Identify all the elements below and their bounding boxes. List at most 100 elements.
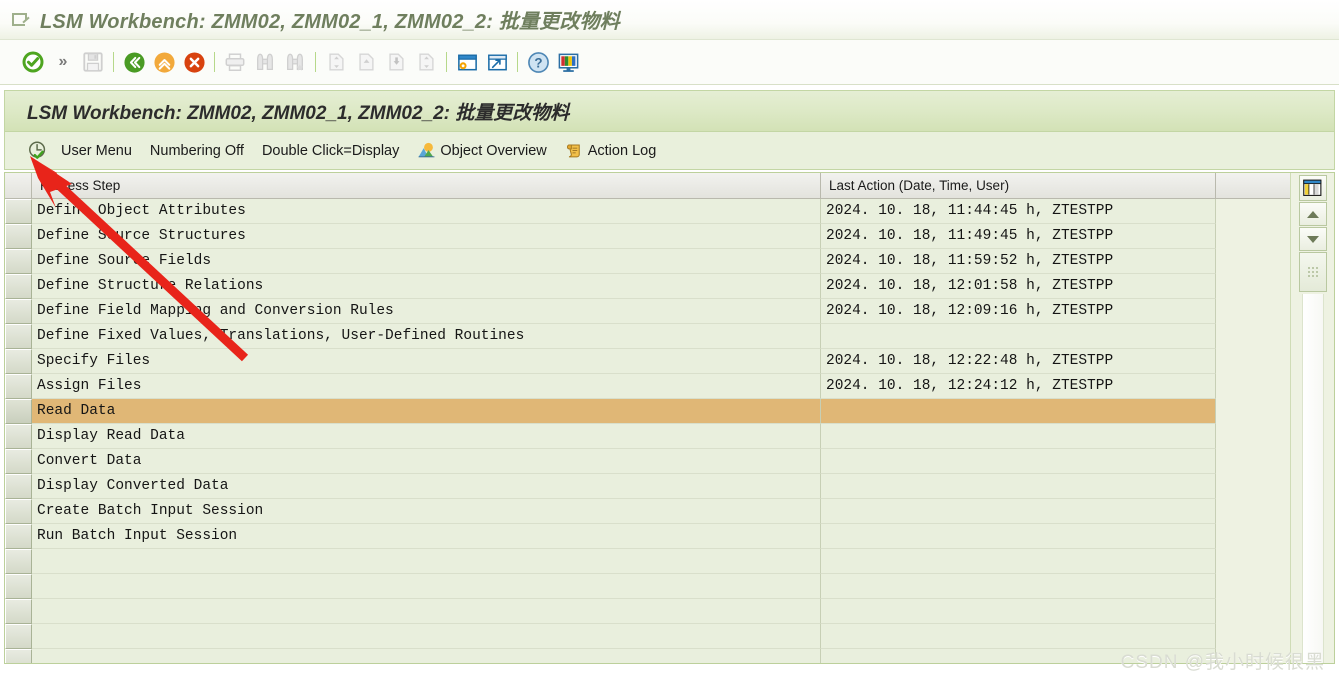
column-config-button[interactable] [1298,175,1327,201]
cell-last-action[interactable] [821,424,1216,449]
table-row[interactable]: Define Fixed Values, Translations, User-… [5,324,1290,349]
next-page-button[interactable] [381,47,411,77]
row-selector-button[interactable] [5,324,32,349]
table-row[interactable] [5,624,1290,649]
cell-last-action[interactable]: 2024. 10. 18, 12:01:58 h, ZTESTPP [821,274,1216,299]
find-next-button[interactable] [280,47,310,77]
cell-process-step[interactable]: Define Source Fields [32,249,821,274]
table-row[interactable] [5,574,1290,599]
table-row[interactable]: Define Source Fields 2024. 10. 18, 11:59:… [5,249,1290,274]
row-selector-button[interactable] [5,524,32,549]
row-selector-button[interactable] [5,349,32,374]
row-selector-button[interactable] [5,474,32,499]
cell-last-action[interactable]: 2024. 10. 18, 11:44:45 h, ZTESTPP [821,199,1216,224]
table-row[interactable] [5,599,1290,624]
cell-last-action[interactable] [821,624,1216,649]
column-header-last-action[interactable]: Last Action (Date, Time, User) [821,173,1216,198]
menu-item-object-overview[interactable]: Object Overview [417,141,547,160]
row-selector-button[interactable] [5,199,32,224]
exit-button[interactable] [149,47,179,77]
print-button[interactable] [220,47,250,77]
table-row[interactable]: Convert Data [5,449,1290,474]
previous-page-button[interactable] [351,47,381,77]
row-selector-button[interactable] [5,249,32,274]
scroll-down-button[interactable] [1298,227,1327,251]
row-selector-button[interactable] [5,424,32,449]
table-row[interactable]: Define Object Attributes 2024. 10. 18, 11… [5,199,1290,224]
table-row[interactable] [5,649,1290,663]
execute-button[interactable] [23,136,53,166]
row-selector-button[interactable] [5,399,32,424]
scroll-up-button[interactable] [1298,202,1327,226]
cell-last-action[interactable] [821,474,1216,499]
table-row[interactable]: Define Source Structures 2024. 10. 18, 11… [5,224,1290,249]
cell-process-step[interactable] [32,574,821,599]
cell-process-step[interactable] [32,649,821,663]
cell-process-step[interactable]: Define Field Mapping and Conversion Rule… [32,299,821,324]
cell-last-action[interactable]: 2024. 10. 18, 12:22:48 h, ZTESTPP [821,349,1216,374]
cell-process-step[interactable] [32,599,821,624]
cell-last-action[interactable]: 2024. 10. 18, 11:59:52 h, ZTESTPP [821,249,1216,274]
table-row[interactable]: Read Data [5,399,1290,424]
cell-process-step[interactable]: Define Fixed Values, Translations, User-… [32,324,821,349]
row-selector-button[interactable] [5,574,32,599]
menu-item-numbering-off[interactable]: Numbering Off [150,143,244,159]
cell-last-action[interactable] [821,574,1216,599]
cell-process-step[interactable]: Display Read Data [32,424,821,449]
menu-item-double-click-display[interactable]: Double Click=Display [262,143,399,159]
cell-process-step[interactable]: Display Converted Data [32,474,821,499]
cell-last-action[interactable] [821,549,1216,574]
row-selector-button[interactable] [5,224,32,249]
cell-process-step[interactable]: Run Batch Input Session [32,524,821,549]
cell-last-action[interactable] [821,449,1216,474]
back-button[interactable] [119,47,149,77]
customize-layout-button[interactable] [553,47,583,77]
cell-process-step[interactable]: Define Source Structures [32,224,821,249]
cell-process-step[interactable] [32,549,821,574]
save-button[interactable] [78,47,108,77]
cell-process-step[interactable]: Specify Files [32,349,821,374]
row-selector-button[interactable] [5,274,32,299]
cell-process-step[interactable]: Assign Files [32,374,821,399]
cell-last-action[interactable] [821,499,1216,524]
row-selector-button[interactable] [5,299,32,324]
help-button[interactable]: ? [523,47,553,77]
row-selector-button[interactable] [5,624,32,649]
select-all-cell[interactable] [5,173,32,198]
menu-item-user-menu[interactable]: User Menu [61,143,132,159]
enter-button[interactable] [18,47,48,77]
column-header-process-step[interactable]: Process Step [32,173,821,198]
cell-process-step[interactable]: Define Structure Relations [32,274,821,299]
row-selector-button[interactable] [5,449,32,474]
row-selector-button[interactable] [5,649,32,663]
table-row[interactable]: Display Converted Data [5,474,1290,499]
row-selector-button[interactable] [5,599,32,624]
cell-last-action[interactable]: 2024. 10. 18, 12:09:16 h, ZTESTPP [821,299,1216,324]
more-commands-button[interactable]: » [48,47,78,77]
table-row[interactable]: Create Batch Input Session [5,499,1290,524]
cell-last-action[interactable] [821,524,1216,549]
cell-last-action[interactable] [821,324,1216,349]
cell-process-step[interactable]: Convert Data [32,449,821,474]
cell-process-step[interactable]: Read Data [32,399,821,424]
table-row[interactable] [5,549,1290,574]
cancel-button[interactable] [179,47,209,77]
vertical-scrollbar-track[interactable] [1301,294,1324,663]
cell-process-step[interactable]: Define Object Attributes [32,199,821,224]
table-row[interactable]: Run Batch Input Session [5,524,1290,549]
cell-last-action[interactable] [821,399,1216,424]
row-selector-button[interactable] [5,374,32,399]
cell-process-step[interactable]: Create Batch Input Session [32,499,821,524]
table-row[interactable]: Assign Files 2024. 10. 18, 12:24:12 h, ZT… [5,374,1290,399]
create-shortcut-button[interactable] [482,47,512,77]
table-row[interactable]: Define Structure Relations 2024. 10. 18, … [5,274,1290,299]
find-button[interactable] [250,47,280,77]
table-row[interactable]: Display Read Data [5,424,1290,449]
cell-process-step[interactable] [32,624,821,649]
cell-last-action[interactable] [821,599,1216,624]
create-session-button[interactable] [452,47,482,77]
row-selector-button[interactable] [5,499,32,524]
menu-item-action-log[interactable]: Action Log [565,141,656,160]
table-row[interactable]: Specify Files 2024. 10. 18, 12:22:48 h, Z… [5,349,1290,374]
first-page-button[interactable] [321,47,351,77]
